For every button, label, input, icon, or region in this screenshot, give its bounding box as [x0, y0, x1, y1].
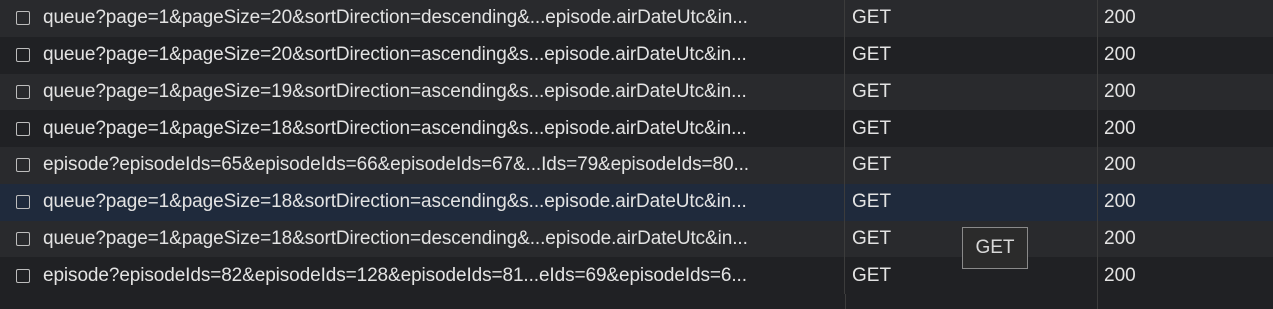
name-cell: queue?page=1&pageSize=20&sortDirection=d… [0, 0, 845, 37]
method-tooltip: GET [962, 227, 1028, 269]
row-checkbox[interactable] [16, 84, 30, 99]
empty-table-area [0, 294, 1273, 309]
status-cell: 200 [1104, 154, 1136, 176]
row-checkbox[interactable] [16, 158, 30, 173]
method-cell: GET [845, 147, 1098, 184]
request-name: episode?episodeIds=82&episodeIds=128&epi… [43, 264, 747, 286]
request-name: queue?page=1&pageSize=18&sortDirection=a… [43, 191, 747, 213]
request-row[interactable]: queue?page=1&pageSize=18&sortDirection=d… [0, 220, 1273, 258]
request-name: queue?page=1&pageSize=19&sortDirection=a… [43, 80, 747, 102]
request-row[interactable]: queue?page=1&pageSize=19&sortDirection=a… [0, 73, 1273, 111]
request-row[interactable]: queue?page=1&pageSize=20&sortDirection=d… [0, 0, 1273, 37]
status-cell: 200 [1104, 7, 1136, 29]
request-row-selected[interactable]: queue?page=1&pageSize=18&sortDirection=a… [0, 183, 1273, 221]
row-checkbox[interactable] [16, 48, 30, 63]
row-checkbox[interactable] [16, 195, 30, 210]
request-rows: queue?page=1&pageSize=20&sortDirection=d… [0, 0, 1273, 294]
request-name: episode?episodeIds=65&episodeIds=66&epis… [43, 154, 749, 176]
name-cell: queue?page=1&pageSize=19&sortDirection=a… [0, 73, 845, 111]
name-cell: queue?page=1&pageSize=20&sortDirection=a… [0, 36, 845, 74]
name-cell: episode?episodeIds=65&episodeIds=66&epis… [0, 147, 845, 184]
name-cell: queue?page=1&pageSize=18&sortDirection=d… [0, 220, 845, 258]
name-cell: queue?page=1&pageSize=18&sortDirection=a… [0, 183, 845, 221]
status-cell: 200 [1104, 227, 1136, 249]
request-name: queue?page=1&pageSize=20&sortDirection=d… [43, 7, 748, 29]
request-name: queue?page=1&pageSize=20&sortDirection=a… [43, 44, 747, 66]
method-cell: GET [845, 36, 1098, 74]
name-cell: episode?episodeIds=82&episodeIds=128&epi… [0, 257, 845, 294]
column-divider [1097, 294, 1098, 309]
name-cell: queue?page=1&pageSize=18&sortDirection=a… [0, 110, 845, 147]
status-cell: 200 [1104, 80, 1136, 102]
row-checkbox[interactable] [16, 121, 30, 136]
method-cell: GET [845, 110, 1098, 147]
row-checkbox[interactable] [16, 11, 30, 26]
request-row[interactable]: episode?episodeIds=82&episodeIds=128&epi… [0, 257, 1273, 294]
status-cell: 200 [1104, 264, 1136, 286]
column-divider [845, 294, 846, 309]
status-cell: 200 [1104, 44, 1136, 66]
status-cell: 200 [1104, 117, 1136, 139]
request-row[interactable]: queue?page=1&pageSize=18&sortDirection=a… [0, 110, 1273, 147]
request-name: queue?page=1&pageSize=18&sortDirection=d… [43, 227, 748, 249]
network-request-table: queue?page=1&pageSize=20&sortDirection=d… [0, 0, 1273, 309]
row-checkbox[interactable] [16, 268, 30, 283]
status-cell: 200 [1104, 191, 1136, 213]
request-row[interactable]: queue?page=1&pageSize=20&sortDirection=a… [0, 36, 1273, 74]
request-row[interactable]: episode?episodeIds=65&episodeIds=66&epis… [0, 147, 1273, 184]
row-checkbox[interactable] [16, 231, 30, 246]
request-name: queue?page=1&pageSize=18&sortDirection=a… [43, 117, 747, 139]
method-cell: GET [845, 183, 1098, 221]
method-cell: GET [845, 73, 1098, 111]
method-cell: GET [845, 0, 1098, 37]
